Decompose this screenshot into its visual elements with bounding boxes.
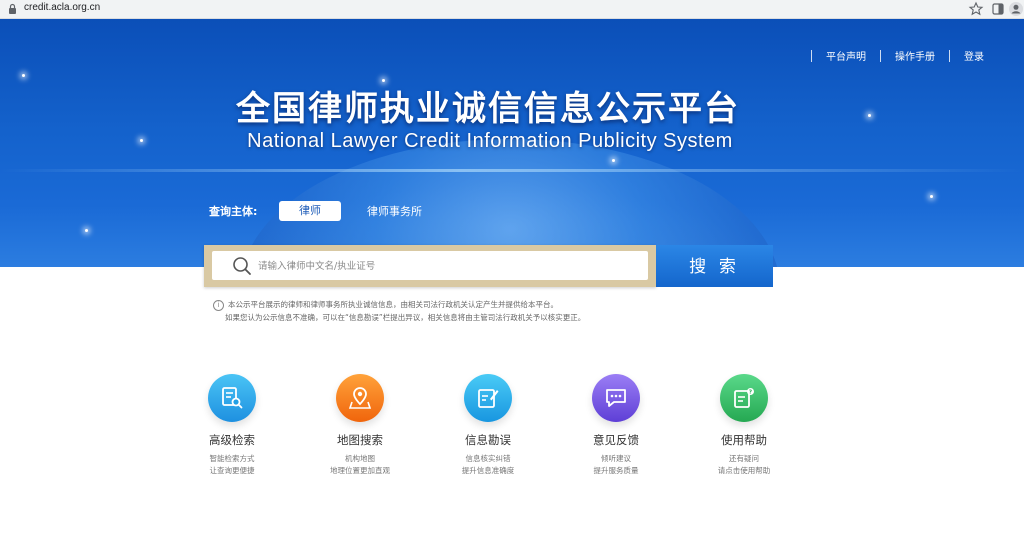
feature-desc: 还有疑问 请点击使用帮助 [717,454,771,475]
top-nav: 平台声明 操作手册 登录 [797,48,984,63]
nav-divider [811,49,812,62]
feature-advanced-search[interactable]: 高级检索 智能检索方式 让查询更便捷 [177,374,287,477]
page-title: 全国律师执业诚信信息公示平台 [236,89,740,129]
profile-avatar-icon[interactable] [1008,1,1024,17]
lock-icon [9,3,16,14]
feature-info-correction[interactable]: 信息勘误 信息核实纠错 提升信息准确度 [433,374,543,477]
search-input-container[interactable] [212,251,648,280]
feature-title: 地图搜索 [337,433,383,447]
hero-banner: 平台声明 操作手册 登录 全国律师执业诚信信息公示平台 National Law… [0,19,1024,267]
nav-divider [949,49,950,62]
star-decoration [930,195,933,198]
query-subject-label: 查询主体: [209,205,258,218]
feature-title: 高级检索 [209,433,255,447]
disclaimer-notice: i 本公示平台展示的律师和律师事务所执业诚信信息，由相关司法行政机关认定产生并提供… [213,298,585,324]
feature-help[interactable]: ? 使用帮助 还有疑问 请点击使用帮助 [689,374,799,477]
edit-info-icon [464,374,512,422]
feature-desc: 机构地图 地理位置更加直观 [330,454,390,475]
feature-map-search[interactable]: 地图搜索 机构地图 地理位置更加直观 [305,374,415,477]
feedback-icon [592,374,640,422]
feature-desc: 倾听建议 提升服务质量 [593,454,639,475]
svg-text:?: ? [749,390,752,396]
info-icon: i [213,300,224,311]
side-panel-icon[interactable] [990,1,1006,17]
feature-feedback[interactable]: 意见反馈 倾听建议 提升服务质量 [561,374,671,477]
tab-law-firm[interactable]: 律师事务所 [367,203,422,219]
search-bar [204,245,656,287]
light-beam-decoration [0,169,1024,172]
notice-line-1: 本公示平台展示的律师和律师事务所执业诚信信息，由相关司法行政机关认定产生并提供给… [228,300,558,309]
browser-address-bar: credit.acla.org.cn [0,0,1024,19]
feature-title: 使用帮助 [721,433,767,447]
advanced-search-icon [208,374,256,422]
nav-operation-manual[interactable]: 操作手册 [895,48,935,63]
star-decoration [22,74,25,77]
feature-desc: 信息核实纠错 提升信息准确度 [461,454,515,475]
search-icon [233,257,251,275]
bookmark-star-icon[interactable] [968,1,984,17]
page-subtitle: National Lawyer Credit Information Publi… [247,130,733,152]
map-pin-icon [336,374,384,422]
search-input[interactable] [256,255,640,277]
notice-line-2: 如果您认为公示信息不准确，可以在“信息勘误”栏提出异议，相关信息将由主管司法行政… [225,313,586,322]
star-decoration [612,159,615,162]
feature-title: 信息勘误 [465,433,511,447]
tab-lawyer[interactable]: 律师 [279,201,341,221]
feature-title: 意见反馈 [593,433,639,447]
search-button[interactable]: 搜 索 [656,245,773,287]
nav-divider [880,49,881,62]
help-icon: ? [720,374,768,422]
feature-desc: 智能检索方式 让查询更便捷 [209,454,255,475]
nav-platform-statement[interactable]: 平台声明 [826,48,866,63]
nav-login[interactable]: 登录 [964,48,984,63]
address-url[interactable]: credit.acla.org.cn [24,2,100,13]
star-decoration [85,229,88,232]
